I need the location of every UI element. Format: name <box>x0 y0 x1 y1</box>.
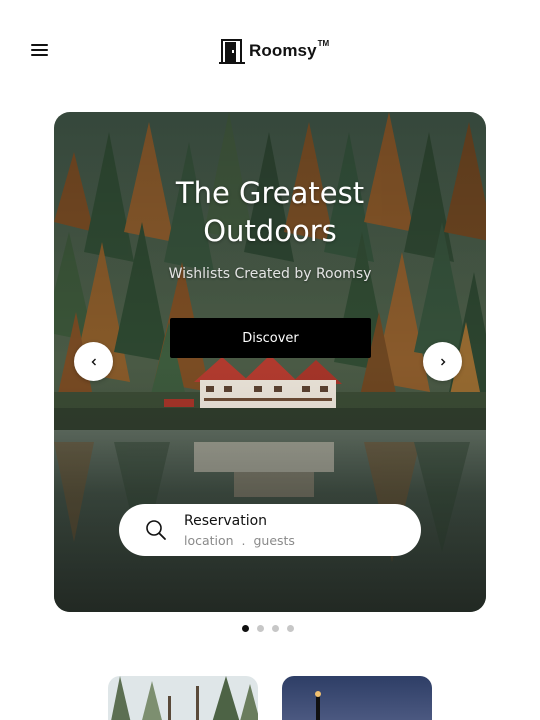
hamburger-menu-icon[interactable] <box>30 40 50 60</box>
hero-carousel: The Greatest Outdoors Wishlists Created … <box>54 112 486 612</box>
chevron-right-icon <box>440 358 445 365</box>
hero-title: The Greatest Outdoors <box>54 174 486 250</box>
night-image <box>282 676 432 720</box>
door-icon <box>219 39 245 64</box>
brand-name: Roomsy <box>249 41 317 60</box>
reservation-fields: location . guests <box>184 533 295 548</box>
carousel-prev-button[interactable] <box>74 342 113 381</box>
hero-subtitle: Wishlists Created by Roomsy <box>168 266 372 282</box>
header: Roomsy TM <box>0 0 540 100</box>
reservation-search[interactable]: Reservation location . guests <box>119 504 421 556</box>
wishlist-card-night[interactable] <box>282 676 432 720</box>
forest-image <box>108 676 258 720</box>
carousel-dot-2[interactable] <box>257 625 264 632</box>
chevron-left-icon <box>91 358 96 365</box>
discover-button[interactable]: Discover <box>170 318 371 358</box>
brand-logo[interactable]: Roomsy TM <box>218 36 329 66</box>
carousel-dot-4[interactable] <box>287 625 294 632</box>
search-icon <box>146 520 166 540</box>
carousel-dot-3[interactable] <box>272 625 279 632</box>
wishlist-card-forest[interactable] <box>108 676 258 720</box>
hero-title-line-1: The Greatest <box>175 176 365 210</box>
hero-title-line-2: Outdoors <box>203 214 337 248</box>
carousel-next-button[interactable] <box>423 342 462 381</box>
carousel-dots <box>242 625 294 633</box>
brand-trademark: TM <box>317 38 330 48</box>
reservation-label: Reservation <box>184 513 268 529</box>
carousel-dot-1[interactable] <box>242 625 249 632</box>
